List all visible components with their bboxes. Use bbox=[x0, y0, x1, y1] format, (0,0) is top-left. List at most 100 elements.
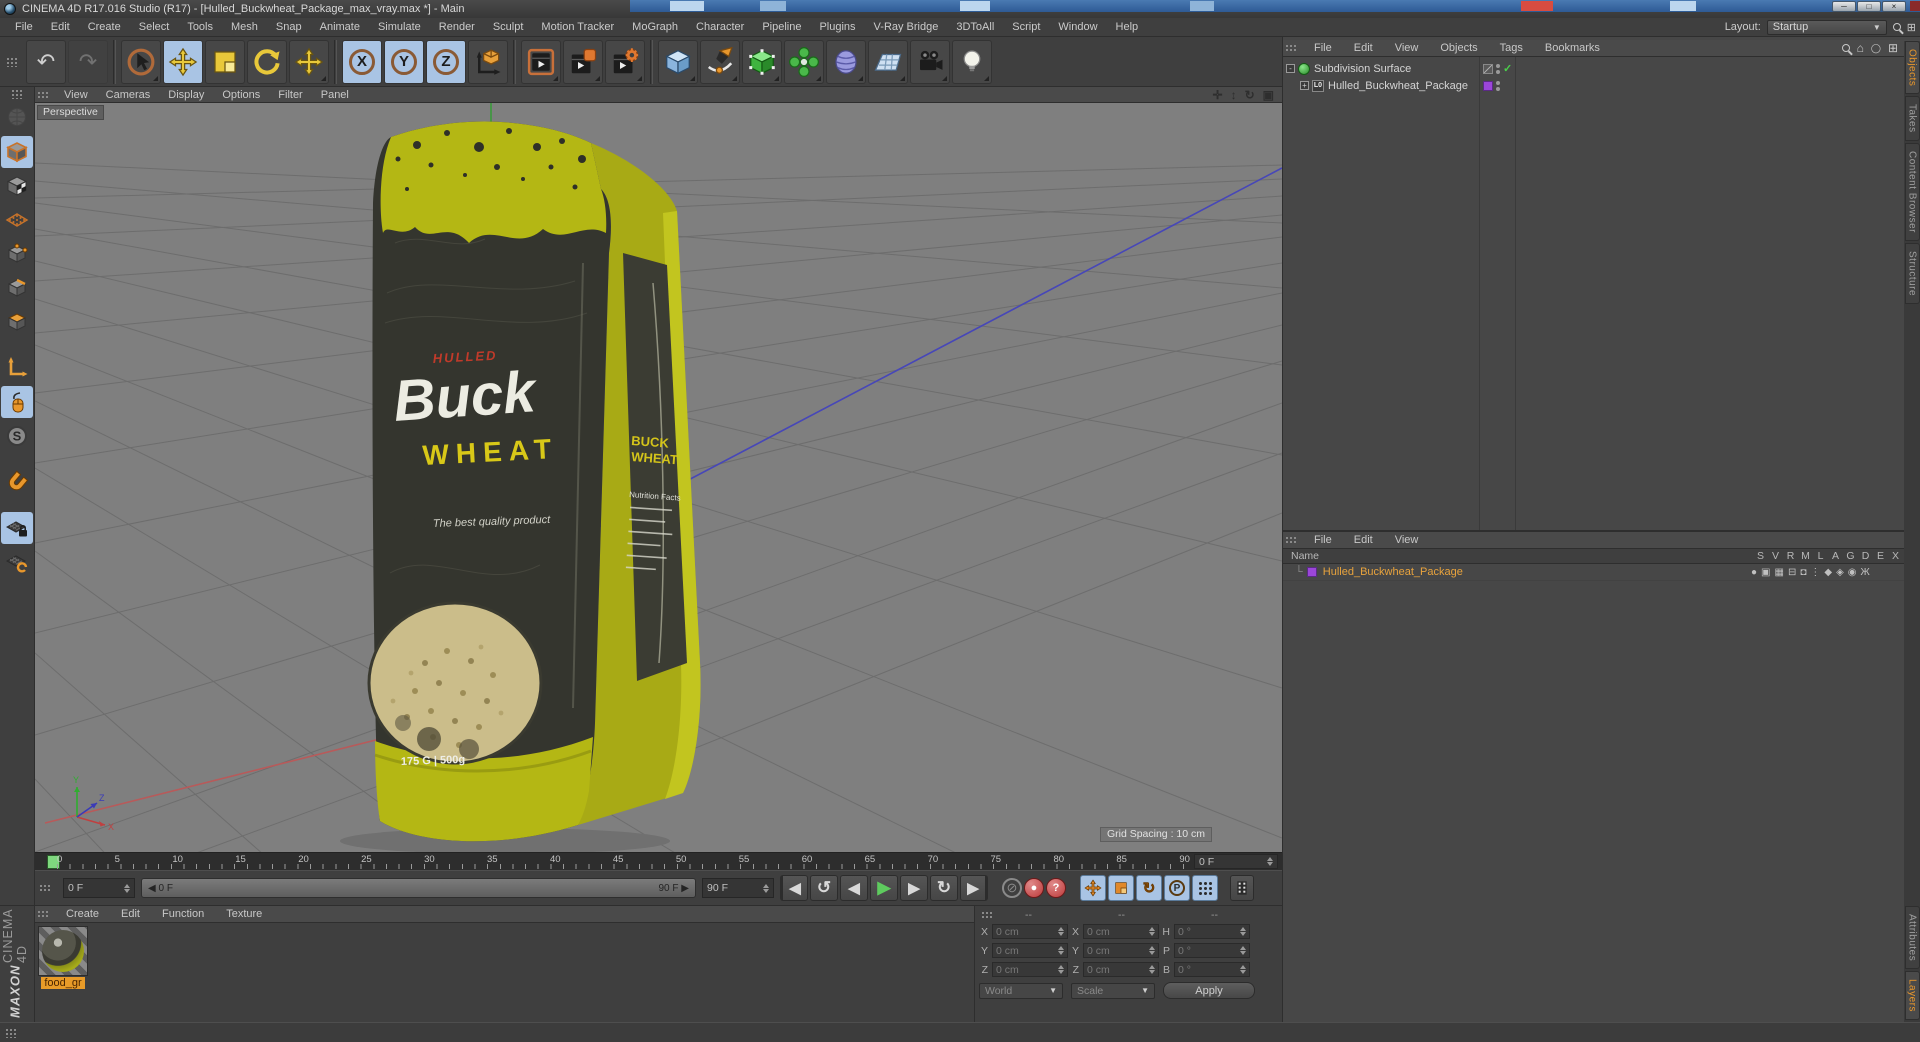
tab-attributes[interactable]: Attributes bbox=[1904, 905, 1920, 969]
close-button[interactable]: × bbox=[1882, 1, 1906, 12]
xref-toggle-icon[interactable]: Ж bbox=[1861, 567, 1870, 578]
goto-start-button[interactable]: ◀ bbox=[780, 875, 808, 901]
material-preview[interactable] bbox=[38, 926, 88, 976]
edges-mode-button[interactable] bbox=[1, 272, 33, 304]
om-add-icon[interactable]: ⊞ bbox=[1888, 41, 1898, 55]
size-x-input[interactable]: 0 cm bbox=[1083, 924, 1159, 939]
menu-item[interactable]: File bbox=[6, 19, 42, 35]
object-name[interactable]: Subdivision Surface bbox=[1314, 63, 1411, 75]
column-letter[interactable]: D bbox=[1858, 550, 1873, 562]
layer-row-package[interactable]: └ Hulled_Buckwheat_Package ● ▣ ▦ ⊟ ◘ ⋮ ◆… bbox=[1283, 564, 1920, 581]
undo-button[interactable]: ↶ bbox=[26, 39, 66, 84]
lock-x-axis-button[interactable]: X bbox=[342, 39, 382, 84]
add-light-button[interactable] bbox=[952, 39, 992, 84]
redo-button[interactable]: ↷ bbox=[68, 39, 108, 84]
viewport-menu-item[interactable]: Filter bbox=[269, 89, 311, 101]
add-spline-button[interactable] bbox=[700, 39, 740, 84]
magnet-snap-button[interactable] bbox=[1, 466, 33, 498]
size-y-input[interactable]: 0 cm bbox=[1083, 943, 1159, 958]
menu-item[interactable]: V-Ray Bridge bbox=[865, 19, 948, 35]
interface-icon[interactable]: ⊞ bbox=[1907, 21, 1916, 34]
rotation-b-input[interactable]: 0 ° bbox=[1174, 962, 1250, 977]
om-search-icon[interactable] bbox=[1841, 44, 1850, 52]
column-letter[interactable]: X bbox=[1888, 550, 1903, 562]
toggle-view-icon[interactable]: ▣ bbox=[1263, 88, 1274, 102]
coordinate-space-dropdown[interactable]: World ▼ bbox=[979, 982, 1063, 999]
rotation-p-input[interactable]: 0 ° bbox=[1174, 943, 1250, 958]
loop-button[interactable]: ↻ bbox=[930, 875, 958, 901]
spinner-arrows[interactable] bbox=[1267, 857, 1273, 866]
status-grip[interactable] bbox=[5, 1027, 17, 1038]
column-letter[interactable]: A bbox=[1828, 550, 1843, 562]
spinner-arrows[interactable] bbox=[124, 883, 130, 893]
viewport-menu-item[interactable]: Options bbox=[213, 89, 269, 101]
viewport-canvas[interactable]: BUCK WHEAT Nutrition Facts HULLED Buck W… bbox=[35, 103, 1282, 852]
toolbar-grip[interactable] bbox=[6, 56, 18, 67]
menu-item[interactable]: Window bbox=[1049, 19, 1106, 35]
lock-toggle-icon[interactable]: ◘ bbox=[1800, 567, 1806, 578]
transport-grip[interactable] bbox=[39, 884, 51, 892]
rotate-tool-button[interactable] bbox=[247, 39, 287, 84]
tab-objects[interactable]: Objects bbox=[1904, 41, 1920, 95]
move-tool-button[interactable] bbox=[163, 39, 203, 84]
menu-item[interactable]: Render bbox=[430, 19, 484, 35]
key-pla-toggle[interactable] bbox=[1192, 875, 1218, 901]
render-to-picture-viewer-button[interactable] bbox=[563, 39, 603, 84]
column-letter[interactable]: G bbox=[1843, 550, 1858, 562]
viewport-menu-item[interactable]: Panel bbox=[312, 89, 358, 101]
zoom-view-icon[interactable]: ↕ bbox=[1231, 88, 1237, 102]
menu-item[interactable]: Mesh bbox=[222, 19, 267, 35]
rotate-view-icon[interactable]: ↻ bbox=[1245, 88, 1255, 102]
material-menu-item[interactable]: Edit bbox=[110, 908, 151, 920]
menu-item[interactable]: Plugins bbox=[810, 19, 864, 35]
menu-item[interactable]: Pipeline bbox=[753, 19, 810, 35]
key-scale-toggle[interactable] bbox=[1108, 875, 1134, 901]
current-frame-spinner[interactable]: 0 F bbox=[63, 878, 135, 898]
deformers-toggle-icon[interactable]: ◈ bbox=[1836, 567, 1844, 578]
add-subdivision-surface-button[interactable] bbox=[742, 39, 782, 84]
material-item[interactable]: food_gr bbox=[37, 926, 89, 989]
pan-view-icon[interactable]: ✛ bbox=[1213, 88, 1223, 102]
last-used-tool-button[interactable] bbox=[289, 39, 329, 84]
end-frame-spinner[interactable]: 90 F bbox=[702, 878, 774, 898]
column-letter[interactable]: R bbox=[1783, 550, 1798, 562]
make-editable-button[interactable] bbox=[1, 102, 33, 134]
size-z-input[interactable]: 0 cm bbox=[1083, 962, 1159, 977]
viewport-menu-item[interactable]: Cameras bbox=[97, 89, 160, 101]
apply-button[interactable]: Apply bbox=[1163, 982, 1255, 999]
menu-item[interactable]: Simulate bbox=[369, 19, 430, 35]
viewport-menu-item[interactable]: Display bbox=[159, 89, 213, 101]
add-floor-button[interactable] bbox=[868, 39, 908, 84]
tree-row-package[interactable]: + L0 Hulled_Buckwheat_Package bbox=[1283, 77, 1920, 94]
previous-frame-button[interactable]: ◀ bbox=[840, 875, 868, 901]
menu-item[interactable]: Sculpt bbox=[484, 19, 533, 35]
add-camera-button[interactable] bbox=[910, 39, 950, 84]
palette-grip[interactable] bbox=[11, 89, 23, 99]
animation-toggle-icon[interactable]: ⋮ bbox=[1810, 567, 1820, 578]
mouse-tool-button[interactable] bbox=[1, 386, 33, 418]
om-menu-item[interactable]: Bookmarks bbox=[1534, 42, 1611, 54]
menu-item[interactable]: Tools bbox=[178, 19, 222, 35]
name-column-header[interactable]: Name bbox=[1283, 550, 1319, 562]
menu-item[interactable]: 3DToAll bbox=[947, 19, 1003, 35]
expand-icon[interactable]: + bbox=[1300, 81, 1309, 90]
menu-item[interactable]: Animate bbox=[311, 19, 369, 35]
key-parameter-toggle[interactable]: P bbox=[1164, 875, 1190, 901]
texture-mode-button[interactable] bbox=[1, 170, 33, 202]
tab-layers[interactable]: Layers bbox=[1904, 970, 1920, 1020]
layer-grip[interactable] bbox=[1285, 536, 1297, 544]
om-grip[interactable] bbox=[1285, 44, 1297, 52]
keyframe-selection-button[interactable] bbox=[1230, 875, 1254, 901]
column-letter[interactable]: M bbox=[1798, 550, 1813, 562]
column-letter[interactable]: V bbox=[1768, 550, 1783, 562]
column-letter[interactable]: S bbox=[1753, 550, 1768, 562]
record-active-objects-button[interactable]: ● bbox=[1024, 878, 1044, 898]
layout-dropdown[interactable]: Startup ▼ bbox=[1766, 19, 1887, 35]
next-frame-button[interactable]: ▶ bbox=[900, 875, 928, 901]
enable-dots-icon[interactable] bbox=[1496, 63, 1500, 74]
key-rotation-toggle[interactable]: ↻ bbox=[1136, 875, 1162, 901]
maximize-button[interactable]: □ bbox=[1857, 1, 1881, 12]
solo-toggle-icon[interactable]: ● bbox=[1751, 567, 1757, 578]
play-backwards-button[interactable]: ↺ bbox=[810, 875, 838, 901]
render-visibility-icon[interactable]: ▦ bbox=[1775, 567, 1784, 578]
